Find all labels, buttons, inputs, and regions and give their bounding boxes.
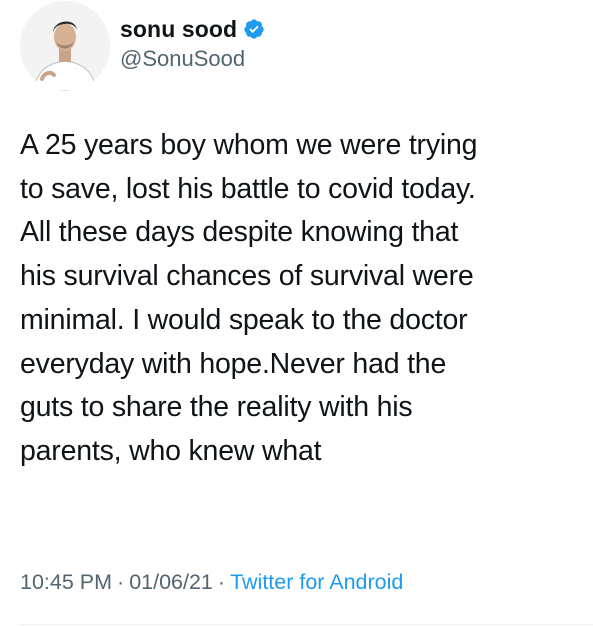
author-handle[interactable]: @SonuSood — [120, 46, 265, 72]
tweet-text-line: everyday with hope.Never had the — [20, 347, 447, 380]
tweet-source-link[interactable]: Twitter for Android — [230, 570, 403, 594]
tweet-date[interactable]: 01/06/21 — [129, 570, 213, 594]
tweet-text-line: to save, lost his battle to covid today. — [20, 172, 476, 205]
tweet-header: sonu sood @SonuSood — [20, 0, 264, 92]
tweet-text-line: guts to share the reality with his — [20, 391, 413, 424]
avatar[interactable] — [20, 1, 110, 91]
name-row: sonu sood — [120, 14, 265, 44]
tweet: sonu sood @SonuSood A 25 years boy whom … — [0, 0, 593, 626]
tweet-time[interactable]: 10:45 PM — [20, 570, 112, 594]
verified-badge-icon — [243, 18, 265, 40]
tweet-text-line: parents, who knew what — [20, 434, 322, 467]
divider — [20, 624, 593, 625]
tweet-meta: 10:45 PM · 01/06/21 · Twitter for Android — [20, 570, 403, 595]
tweet-text-line: All these days despite knowing that — [20, 216, 459, 249]
tweet-text: A 25 years boy whom we were trying to sa… — [20, 124, 590, 474]
meta-separator: · — [117, 570, 125, 594]
tweet-text-line: his survival chances of survival were — [20, 260, 474, 293]
meta-separator: · — [217, 570, 226, 594]
author-names: sonu sood @SonuSood — [120, 14, 265, 72]
tweet-text-line: minimal. I would speak to the doctor — [20, 303, 468, 336]
profile-photo-icon — [20, 1, 110, 91]
tweet-text-line: A 25 years boy whom we were trying — [20, 129, 478, 161]
author-display-name[interactable]: sonu sood — [120, 16, 237, 43]
